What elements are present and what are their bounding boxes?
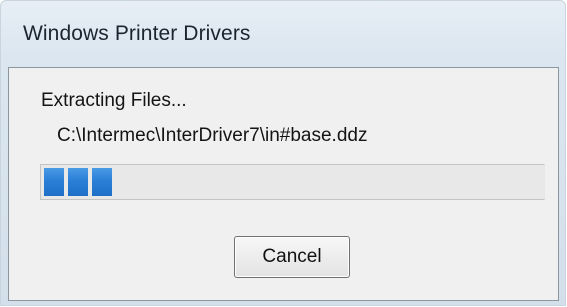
dialog-client-area: Extracting Files... C:\Intermec\InterDri… [8,67,559,301]
title-bar[interactable]: Windows Printer Drivers [1,1,565,67]
progress-bar [40,164,545,200]
status-text: Extracting Files... [41,90,187,111]
progress-segment [44,168,64,196]
progress-track [44,168,541,196]
window-title: Windows Printer Drivers [23,22,251,45]
progress-segment [92,168,112,196]
progress-segment [68,168,88,196]
current-file-path: C:\Intermec\InterDriver7\in#base.ddz [57,125,368,146]
cancel-button[interactable]: Cancel [234,236,350,278]
dialog-window: Windows Printer Drivers Extracting Files… [0,0,566,306]
